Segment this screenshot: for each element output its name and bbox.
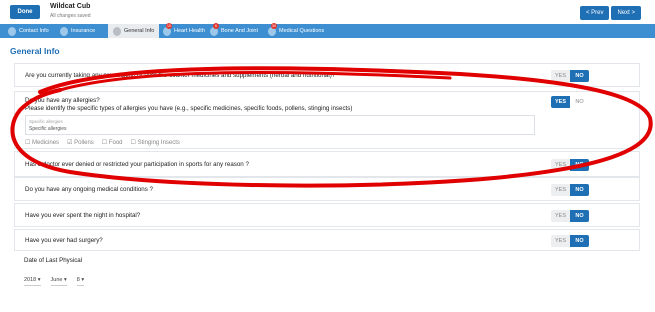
yes-no-toggle[interactable]: YES NO bbox=[551, 159, 589, 171]
tab-bar: Contact Info Insurance General Info 10 H… bbox=[0, 22, 655, 38]
checkbox-stinging-insects[interactable]: ☐ Stinging Insects bbox=[131, 139, 180, 146]
yes-no-toggle[interactable]: YES NO bbox=[551, 70, 589, 82]
day-select[interactable]: 8 ▾ bbox=[76, 277, 85, 286]
tab-general-info[interactable]: General Info bbox=[108, 24, 160, 38]
no-option[interactable]: NO bbox=[570, 96, 589, 108]
checkbox-label: Food bbox=[108, 140, 123, 146]
yes-no-toggle[interactable]: YES NO bbox=[551, 210, 589, 222]
no-option[interactable]: NO bbox=[570, 235, 589, 247]
month-value: June bbox=[50, 277, 63, 283]
tab-label: Medical Questions bbox=[279, 28, 325, 34]
tab-contact-info[interactable]: Contact Info bbox=[8, 24, 49, 38]
tab-medical-questions[interactable]: 30 Medical Questions bbox=[268, 22, 325, 38]
question-text: Has a doctor ever denied or restricted y… bbox=[25, 161, 249, 168]
person-icon bbox=[113, 26, 121, 36]
tab-badge: 6 bbox=[213, 22, 219, 29]
checkbox-label: Pollens bbox=[74, 140, 94, 146]
yes-option[interactable]: YES bbox=[551, 184, 570, 196]
tab-label: Bone And Joint bbox=[221, 28, 259, 34]
question-row-sports-restriction: Has a doctor ever denied or restricted y… bbox=[14, 151, 640, 177]
yes-option[interactable]: YES bbox=[551, 210, 570, 222]
yes-option[interactable]: YES bbox=[551, 235, 570, 247]
question-text: Have you ever spent the night in hospita… bbox=[25, 212, 141, 219]
question-row-medications: Are you currently taking any prescriptio… bbox=[14, 63, 640, 87]
yes-no-toggle[interactable]: YES NO bbox=[551, 235, 589, 247]
pager: < Prev Next > bbox=[579, 6, 641, 20]
textarea-placeholder: Specific allergies bbox=[29, 119, 63, 124]
tab-label: General Info bbox=[124, 28, 155, 34]
heart-icon: 10 bbox=[163, 22, 172, 36]
allergies-textarea[interactable]: Specific allergies Specific allergies bbox=[25, 115, 535, 135]
question-text: Are you currently taking any prescriptio… bbox=[25, 72, 336, 79]
tab-label: Insurance bbox=[71, 28, 96, 34]
page-title: General Info bbox=[10, 46, 60, 56]
medical-icon: 30 bbox=[268, 22, 277, 36]
question-subtext: Please identify the specific types of al… bbox=[25, 105, 353, 112]
year-select[interactable]: 2018 ▾ bbox=[24, 277, 41, 286]
checkbox-label: Stinging Insects bbox=[137, 140, 180, 146]
top-bar: Done Wildcat Cub All changes saved < Pre… bbox=[0, 0, 655, 24]
last-physical-date: 2018 ▾ June ▾ 8 ▾ bbox=[24, 277, 85, 286]
checkbox-label: Medicines bbox=[32, 140, 60, 146]
question-text: Have you ever had surgery? bbox=[25, 237, 103, 244]
no-option[interactable]: NO bbox=[570, 184, 589, 196]
person-icon bbox=[60, 26, 68, 36]
yes-option[interactable]: YES bbox=[551, 159, 570, 171]
done-button[interactable]: Done bbox=[10, 5, 40, 19]
textarea-value: Specific allergies bbox=[29, 126, 67, 132]
tab-bone-and-joint[interactable]: 6 Bone And Joint bbox=[210, 22, 259, 38]
tab-heart-health[interactable]: 10 Heart Health bbox=[163, 22, 205, 38]
tab-badge: 10 bbox=[166, 22, 172, 29]
month-select[interactable]: June ▾ bbox=[50, 277, 67, 286]
yes-option[interactable]: YES bbox=[551, 70, 570, 82]
allergy-options: ☐ Medicines ☑ Pollens ☐ Food ☐ Stinging … bbox=[25, 139, 180, 146]
question-row-surgery: Have you ever had surgery? YES NO bbox=[14, 229, 640, 251]
question-row-ongoing-conditions: Do you have any ongoing medical conditio… bbox=[14, 177, 640, 201]
next-button[interactable]: Next > bbox=[611, 6, 641, 20]
no-option[interactable]: NO bbox=[570, 70, 589, 82]
last-physical-label: Date of Last Physical bbox=[24, 257, 83, 264]
checkbox-food[interactable]: ☐ Food bbox=[102, 139, 123, 146]
question-row-allergies: Do you have any allergies? Please identi… bbox=[14, 91, 640, 149]
tab-badge: 30 bbox=[271, 22, 277, 29]
person-icon bbox=[8, 26, 16, 36]
app-title: Wildcat Cub bbox=[50, 3, 91, 10]
checkbox-pollens[interactable]: ☑ Pollens bbox=[67, 139, 94, 146]
day-value: 8 bbox=[76, 277, 80, 283]
save-status: All changes saved bbox=[50, 13, 91, 19]
tab-insurance[interactable]: Insurance bbox=[60, 24, 95, 38]
yes-no-toggle[interactable]: YES NO bbox=[551, 96, 589, 108]
bone-icon: 6 bbox=[210, 22, 219, 36]
question-row-hospital-night: Have you ever spent the night in hospita… bbox=[14, 203, 640, 227]
checkbox-medicines[interactable]: ☐ Medicines bbox=[25, 139, 59, 146]
yes-option[interactable]: YES bbox=[551, 96, 570, 108]
year-value: 2018 bbox=[24, 277, 37, 283]
yes-no-toggle[interactable]: YES NO bbox=[551, 184, 589, 196]
no-option[interactable]: NO bbox=[570, 210, 589, 222]
tab-label: Heart Health bbox=[174, 28, 205, 34]
no-option[interactable]: NO bbox=[570, 159, 589, 171]
question-text: Do you have any ongoing medical conditio… bbox=[25, 186, 153, 193]
prev-button[interactable]: < Prev bbox=[579, 6, 610, 20]
tab-label: Contact Info bbox=[19, 28, 49, 34]
question-text: Do you have any allergies? bbox=[25, 97, 100, 104]
